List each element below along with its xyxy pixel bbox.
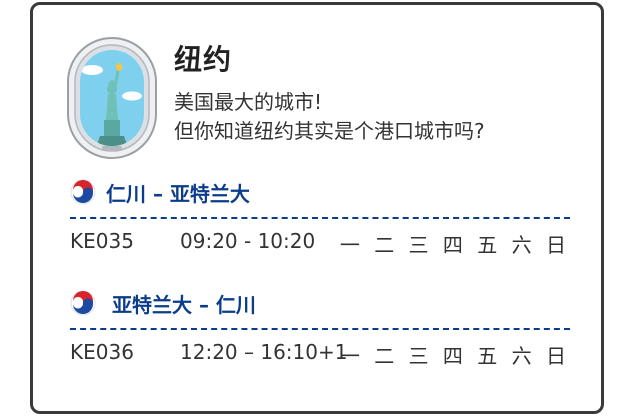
operating-days: 一 二 三 四 五 六 日	[339, 344, 570, 368]
description-line-2: 但你知道纽约其实是个港口城市吗?	[174, 119, 485, 143]
route-return: 亚特兰大 – 仁川 KE036 12:20 – 16:10+1 一 二 三 四 …	[70, 288, 570, 370]
flight-time: 12:20 – 16:10+1	[180, 340, 348, 364]
flight-number: KE036	[70, 340, 134, 364]
dashed-divider	[70, 328, 570, 330]
city-title: 纽约	[174, 43, 233, 76]
route-name: 仁川 – 亚特兰大	[106, 181, 250, 206]
route-name: 亚特兰大 – 仁川	[112, 292, 256, 317]
description-line-1: 美国最大的城市!	[174, 90, 323, 114]
flight-time: 09:20 - 10:20	[180, 229, 316, 253]
flight-row: KE036 12:20 – 16:10+1 一 二 三 四 五 六 日	[70, 338, 570, 370]
flight-row: KE035 09:20 - 10:20 一 二 三 四 五 六 日	[70, 227, 570, 259]
korean-air-logo-icon	[70, 290, 96, 316]
korean-air-logo-icon	[70, 179, 96, 205]
city-description: 美国最大的城市! 但你知道纽约其实是个港口城市吗?	[174, 88, 485, 146]
operating-days: 一 二 三 四 五 六 日	[339, 233, 570, 257]
airplane-window-icon	[67, 37, 157, 159]
flight-number: KE035	[70, 229, 134, 253]
route-outbound: 仁川 – 亚特兰大 KE035 09:20 - 10:20 一 二 三 四 五 …	[70, 177, 570, 259]
dashed-divider	[70, 217, 570, 219]
